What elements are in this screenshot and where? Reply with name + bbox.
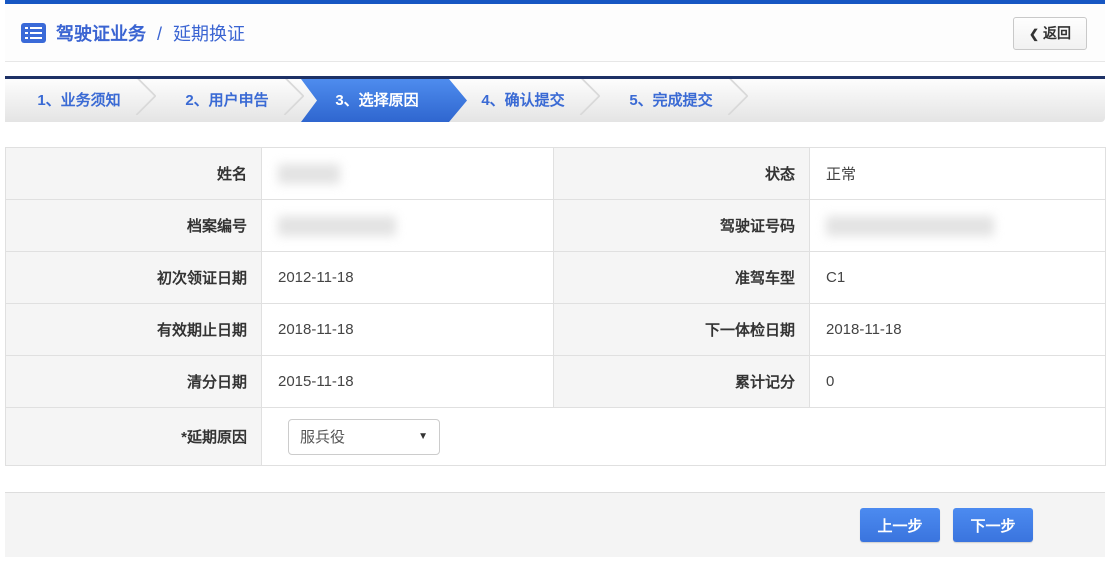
table-row: 初次领证日期 2012-11-18 准驾车型 C1 xyxy=(6,252,1106,304)
tab-step-1-notice[interactable]: 1、业务须知 xyxy=(5,79,153,122)
list-icon xyxy=(21,23,46,43)
page: 驾驶证业务 / 延期换证 ❮ 返回 1、业务须知 2、用户申告 3、选择原因 4、… xyxy=(0,0,1110,557)
field-label-accumulated-points: 累计记分 xyxy=(554,356,810,408)
page-title: 驾驶证业务 / 延期换证 xyxy=(56,20,245,46)
chevron-left-icon: ❮ xyxy=(1029,27,1039,41)
table-row: 清分日期 2015-11-18 累计记分 0 xyxy=(6,356,1106,408)
field-label-first-issue-date: 初次领证日期 xyxy=(6,252,262,304)
next-step-button[interactable]: 下一步 xyxy=(953,508,1033,542)
tab-step-3-reason[interactable]: 3、选择原因 xyxy=(301,79,467,122)
field-value-accumulated-points: 0 xyxy=(810,356,1106,408)
field-value-first-issue-date: 2012-11-18 xyxy=(262,252,554,304)
table-row: 有效期止日期 2018-11-18 下一体检日期 2018-11-18 xyxy=(6,304,1106,356)
step-tabs: 1、业务须知 2、用户申告 3、选择原因 4、确认提交 5、完成提交 xyxy=(5,79,1105,122)
field-label-archive-no: 档案编号 xyxy=(6,200,262,252)
table-row: 档案编号 驾驶证号码 xyxy=(6,200,1106,252)
field-label-name: 姓名 xyxy=(6,148,262,200)
field-value-name xyxy=(262,148,554,200)
page-header: 驾驶证业务 / 延期换证 ❮ 返回 xyxy=(5,4,1105,62)
redacted-value xyxy=(278,216,396,236)
redacted-value xyxy=(278,164,340,184)
tab-step-5-done[interactable]: 5、完成提交 xyxy=(597,79,745,122)
chevron-down-icon: ▼ xyxy=(418,431,428,442)
field-label-next-physical-date: 下一体检日期 xyxy=(554,304,810,356)
field-value-next-physical-date: 2018-11-18 xyxy=(810,304,1106,356)
extension-reason-select[interactable]: 服兵役 ▼ xyxy=(288,419,440,455)
table-row: 姓名 状态 正常 xyxy=(6,148,1106,200)
page-title-sub: 延期换证 xyxy=(173,24,245,44)
table-row: *延期原因 服兵役 ▼ xyxy=(6,408,1106,466)
field-label-license-no: 驾驶证号码 xyxy=(554,200,810,252)
tab-step-4-confirm[interactable]: 4、确认提交 xyxy=(449,79,597,122)
field-label-expiry-date: 有效期止日期 xyxy=(6,304,262,356)
field-value-expiry-date: 2018-11-18 xyxy=(262,304,554,356)
license-info-table: 姓名 状态 正常 档案编号 驾驶证号码 初次领证日期 2012-11-18 准驾… xyxy=(5,147,1106,466)
previous-step-button[interactable]: 上一步 xyxy=(860,508,940,542)
field-value-vehicle-class: C1 xyxy=(810,252,1106,304)
back-button-label: 返回 xyxy=(1043,25,1071,41)
field-value-extension-reason: 服兵役 ▼ xyxy=(262,408,1106,466)
action-bar: 上一步 下一步 xyxy=(5,492,1105,557)
back-button[interactable]: ❮ 返回 xyxy=(1013,17,1087,50)
tabs-tail xyxy=(745,79,1105,122)
tab-step-2-declare[interactable]: 2、用户申告 xyxy=(153,79,301,122)
field-value-license-no xyxy=(810,200,1106,252)
field-label-status: 状态 xyxy=(554,148,810,200)
page-title-main: 驾驶证业务 xyxy=(56,24,146,44)
spacer xyxy=(5,62,1105,76)
field-value-points-clear-date: 2015-11-18 xyxy=(262,356,554,408)
breadcrumb-separator: / xyxy=(157,24,162,44)
field-value-archive-no xyxy=(262,200,554,252)
field-value-status: 正常 xyxy=(810,148,1106,200)
field-label-extension-reason: *延期原因 xyxy=(6,408,262,466)
field-label-points-clear-date: 清分日期 xyxy=(6,356,262,408)
redacted-value xyxy=(826,216,994,236)
field-label-vehicle-class: 准驾车型 xyxy=(554,252,810,304)
extension-reason-selected-option: 服兵役 xyxy=(300,426,345,447)
